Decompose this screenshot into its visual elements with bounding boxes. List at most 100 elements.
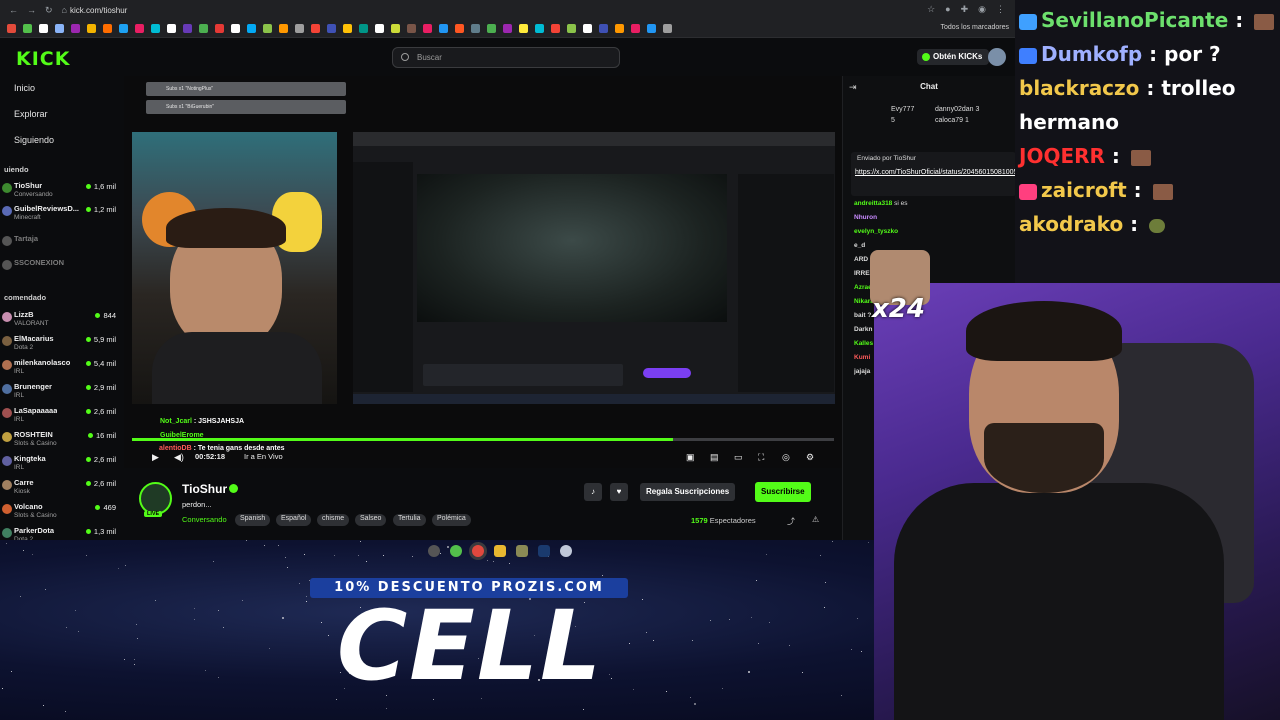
bookmark-icon[interactable] [103,24,112,33]
bookmark-icon[interactable] [535,24,544,33]
bookmark-icon[interactable] [215,24,224,33]
bookmark-icon[interactable] [375,24,384,33]
quality-icon[interactable]: ◎ [782,453,790,462]
clip-icon[interactable]: ▣ [686,453,695,462]
profile-icon[interactable]: ◉ [978,4,986,15]
bookmarks-folder[interactable]: Todos los marcadores [941,24,1009,31]
bookmark-icon[interactable] [343,24,352,33]
pip-icon[interactable]: ▤ [710,453,719,462]
kick-logo[interactable]: KICK [16,48,70,70]
settings-icon[interactable]: ⚙ [806,453,814,462]
bookmark-icon[interactable] [519,24,528,33]
bookmark-icon[interactable] [439,24,448,33]
bookmark-icon[interactable] [71,24,80,33]
bookmark-icon[interactable] [359,24,368,33]
tag-polemica[interactable]: Polémica [432,514,471,526]
stream-category[interactable]: Conversando [182,515,227,524]
photoshop-icon[interactable] [538,545,550,557]
address-bar[interactable]: kick.com/tioshur [70,6,127,15]
bookmark-icon[interactable] [151,24,160,33]
play-icon[interactable]: ▶ [152,453,159,462]
sidebar-channel[interactable]: LaSapaaaaa IRL 2,6 mil [2,406,120,430]
sidebar-channel[interactable]: LizzB VALORANT 844 [2,310,120,334]
back-icon[interactable]: ← [9,5,18,16]
bookmark-icon[interactable] [391,24,400,33]
chat-username[interactable]: Kumi [854,354,870,361]
puzzle-icon[interactable]: ✚ [961,4,969,15]
taskbar-app-icon[interactable] [450,545,462,557]
bookmark-icon[interactable] [647,24,656,33]
bookmark-icon[interactable] [87,24,96,33]
reload-icon[interactable]: ↻ [45,5,53,16]
bookmark-icon[interactable] [135,24,144,33]
nav-inicio[interactable]: Inicio [14,83,35,93]
star-icon[interactable]: ☆ [927,4,935,15]
bookmark-icon[interactable] [615,24,624,33]
bookmark-icon[interactable] [7,24,16,33]
bookmark-icon[interactable] [311,24,320,33]
chat-username[interactable]: e_d [854,242,865,249]
sidebar-channel[interactable]: Carre Kiosk 2,6 mil [2,478,120,502]
sidebar-channel[interactable]: ParkerDota Dota 2 1,3 mil [2,526,120,540]
share-icon[interactable]: ⤴ [787,516,795,527]
bookmark-icon[interactable] [583,24,592,33]
home-icon[interactable]: ⌂ [62,5,67,16]
nav-explorar[interactable]: Explorar [14,109,48,119]
sidebar-channel[interactable]: milenkanolasco IRL 5,4 mil [2,358,120,382]
bookmark-icon[interactable] [231,24,240,33]
bookmark-icon[interactable] [55,24,64,33]
bookmark-icon[interactable] [183,24,192,33]
bookmark-icon[interactable] [455,24,464,33]
report-icon[interactable]: ⚠ [812,515,819,524]
sidebar-channel[interactable]: SSCONEXION [2,258,120,282]
pinned-link[interactable]: https://x.com/TioShurOficial/status/2045… [855,168,1015,177]
bookmark-icon[interactable] [487,24,496,33]
chat-username[interactable]: jajaja [854,368,870,375]
gift-subs-button[interactable]: Regala Suscripciones [640,483,736,501]
bookmark-icon[interactable] [503,24,512,33]
menu-icon[interactable]: ⋮ [996,4,1005,15]
bookmark-icon[interactable] [631,24,640,33]
bookmark-icon[interactable] [567,24,576,33]
bookmark-icon[interactable] [263,24,272,33]
chat-username[interactable]: evelyn_tyszko [854,228,898,235]
sidebar-channel[interactable]: Tartaja [2,234,120,258]
search-input[interactable]: Buscar [392,47,620,68]
tag-espanol[interactable]: Español [276,514,312,526]
folder-icon[interactable] [494,545,506,557]
bookmark-icon[interactable] [119,24,128,33]
taskbar-app-icon[interactable] [428,545,440,557]
progress-bar[interactable] [132,438,834,441]
subscribe-button[interactable]: Suscribirse [755,482,811,502]
sidebar-channel[interactable]: Volcano Slots & Casino 469 [2,502,120,526]
bookmark-icon[interactable] [599,24,608,33]
user-avatar[interactable] [988,48,1006,66]
bookmark-icon[interactable] [551,24,560,33]
follow-heart-icon[interactable]: ♥ [610,483,628,501]
bookmark-icon[interactable] [471,24,480,33]
channel-name[interactable]: TioShur [182,482,227,496]
bookmark-icon[interactable] [167,24,176,33]
bookmark-icon[interactable] [199,24,208,33]
bookmark-icon[interactable] [295,24,304,33]
taskbar-app-icon[interactable] [516,545,528,557]
sidebar-channel[interactable]: TioShur Conversando 1,6 mil [2,181,120,205]
chrome-icon[interactable] [472,545,484,557]
bookmark-icon[interactable] [39,24,48,33]
chat-username[interactable]: Kalles [854,340,873,347]
bookmark-icon[interactable] [279,24,288,33]
bookmark-icon[interactable] [663,24,672,33]
fullscreen-icon[interactable]: ⛶ [758,453,764,462]
sidebar-channel[interactable]: Brunenger IRL 2,9 mil [2,382,120,406]
bookmark-icon[interactable] [327,24,336,33]
chat-username[interactable]: andreitta318 [854,200,892,207]
go-live-link[interactable]: Ir a En Vivo [244,452,283,461]
sidebar-channel[interactable]: Kingteka IRL 2,6 mil [2,454,120,478]
bookmark-icon[interactable] [407,24,416,33]
forward-icon[interactable]: → [27,5,36,16]
sidebar-channel[interactable]: GuibelReviewsD... Minecraft 1,2 mil [2,204,120,228]
theater-icon[interactable]: ▭ [734,453,743,462]
bookmark-icon[interactable] [423,24,432,33]
volume-icon[interactable]: ◀) [174,453,184,462]
extension-icon[interactable]: ● [945,4,950,15]
